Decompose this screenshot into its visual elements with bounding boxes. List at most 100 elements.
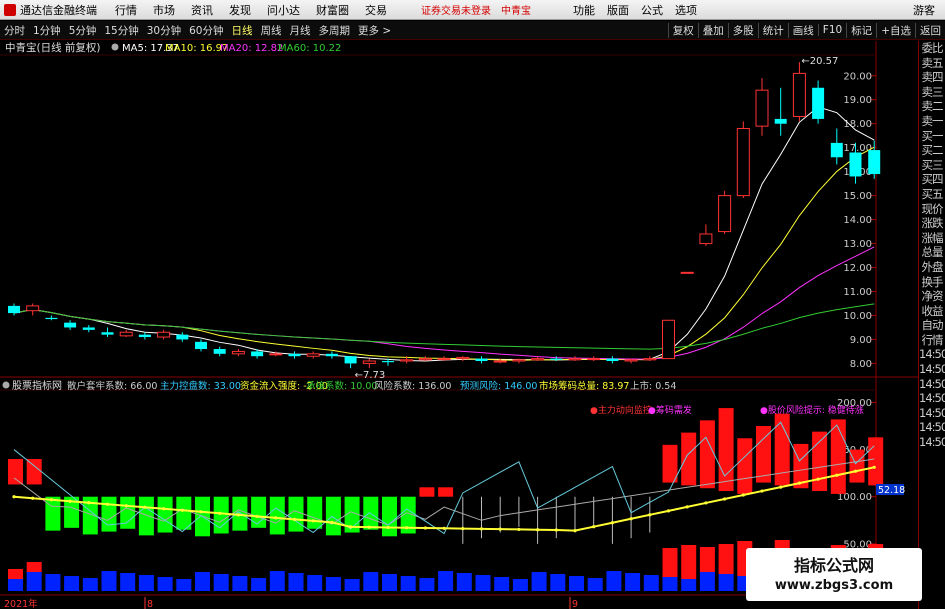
candle-body: [437, 358, 451, 361]
right-panel-item: 收益: [921, 303, 944, 318]
indicator-item: 风险系数: 136.00: [374, 380, 451, 392]
blue-bar: [718, 574, 734, 591]
menu-item-trade[interactable]: 交易: [357, 2, 395, 18]
tab-monthly[interactable]: 月线: [286, 23, 315, 38]
login-warning[interactable]: 证券交易未登录: [421, 2, 491, 17]
candle-body: [213, 349, 226, 354]
y-tick-label: 15.00: [843, 191, 872, 202]
right-panel-item: 自动: [921, 318, 944, 333]
button-adjust[interactable]: 复权: [667, 22, 698, 38]
right-panel-item: 买二: [921, 143, 944, 158]
red-lower-bar: [662, 548, 678, 577]
blue-bar: [587, 578, 603, 591]
candle-body: [325, 353, 338, 357]
menu-item-formula[interactable]: 公式: [635, 2, 669, 18]
blue-bar: [176, 579, 192, 591]
button-stats[interactable]: 统计: [757, 22, 788, 38]
blue-bar: [569, 576, 584, 591]
indicator-bar: [756, 426, 771, 483]
candle-body: [699, 233, 713, 245]
button-overlay[interactable]: 叠加: [697, 22, 728, 38]
candle-body: [606, 358, 619, 362]
yellow-dot: [723, 497, 727, 501]
blue-bar: [606, 571, 622, 591]
tab-15min[interactable]: 15分钟: [100, 23, 142, 38]
right-panel-item: 14:50: [919, 405, 945, 420]
button-f10[interactable]: F10: [817, 24, 846, 36]
yellow-dot: [442, 526, 446, 530]
tab-5min[interactable]: 5分钟: [65, 23, 101, 38]
yellow-dot: [330, 520, 334, 524]
blue-bar: [195, 572, 210, 591]
yellow-dot: [49, 498, 54, 502]
yellow-dot: [31, 496, 35, 500]
y-tick-label: 13.00: [843, 239, 872, 250]
button-multi-stock[interactable]: 多股: [727, 22, 758, 38]
menu-item-wealth[interactable]: 财富圈: [308, 2, 357, 18]
right-panel-item: 14:50: [919, 362, 945, 377]
candle-body: [176, 334, 189, 340]
candle-body: [101, 332, 114, 335]
guest-user[interactable]: 游客: [913, 2, 945, 18]
indicator-title: 股票指标网: [12, 379, 62, 392]
tab-daily[interactable]: 日线: [228, 23, 257, 38]
menu-item-function[interactable]: 功能: [567, 2, 601, 18]
button-add-favorite[interactable]: +自选: [876, 22, 915, 38]
indicator-settings-icon[interactable]: [2, 381, 10, 389]
tab-multi-period[interactable]: 多周期: [315, 23, 355, 38]
kline-chart-area[interactable]: 中青宝(日线 前复权) MA5: 17.37 MA10: 16.97 MA20:…: [0, 41, 945, 609]
app-title: 通达信金融终端: [20, 3, 97, 17]
yellow-dot: [255, 514, 259, 518]
right-panel-item: 行情: [921, 332, 944, 347]
tab-1min[interactable]: 1分钟: [29, 23, 65, 38]
yellow-dot: [498, 527, 502, 531]
yellow-dot: [349, 525, 353, 529]
menu-item-discover[interactable]: 发现: [221, 2, 259, 18]
menu-item-layout[interactable]: 版面: [601, 2, 635, 18]
time-label-sep: 9: [572, 599, 578, 609]
blue-bar: [344, 579, 360, 591]
tab-intraday[interactable]: 分时: [0, 23, 29, 38]
menu-item-ask[interactable]: 问小达: [259, 2, 308, 18]
ma60-label: MA60: 10.22: [278, 43, 341, 54]
indicator-bar: [699, 420, 715, 489]
tab-more[interactable]: 更多 >: [354, 23, 395, 38]
yellow-dot: [592, 525, 596, 529]
right-info-panel: 委比 卖五 卖四 卖三 卖二 卖一 买一 买二 买三 买四 买五 现价 涨跌 涨幅 总量 外盘 换手 净资 收益 自动…: [918, 41, 945, 609]
candle-body: [624, 359, 638, 362]
time-label-aug: 8: [147, 599, 153, 609]
blue-bar: [8, 579, 23, 591]
right-panel-item: 14:50: [919, 376, 945, 391]
menu-item-options[interactable]: 选项: [669, 2, 703, 18]
candle-body: [138, 334, 151, 338]
candle-body: [587, 358, 601, 361]
blue-bar: [643, 575, 659, 591]
indicator-item: 主力控盘数: 33.00: [160, 380, 241, 392]
tab-30min[interactable]: 30分钟: [143, 23, 185, 38]
settings-dot-icon[interactable]: [111, 43, 119, 51]
indicator-bar: [812, 431, 828, 492]
blue-bar: [307, 575, 323, 591]
indicator-bar: [849, 449, 865, 483]
yellow-dot: [386, 525, 390, 530]
yellow-dot: [180, 508, 184, 512]
candle-body: [195, 341, 207, 350]
right-panel-item: 14:50: [919, 347, 945, 362]
blue-bar: [213, 574, 229, 591]
red-lower-bar: [26, 562, 42, 572]
annotation-chips: ●筹码需发: [648, 404, 692, 416]
menu-item-market[interactable]: 市场: [145, 2, 183, 18]
button-draw[interactable]: 画线: [787, 22, 818, 38]
button-mark[interactable]: 标记: [846, 22, 876, 38]
tab-weekly[interactable]: 周线: [257, 23, 286, 38]
yellow-dot: [704, 501, 708, 505]
blue-bar: [64, 576, 80, 591]
tab-60min[interactable]: 60分钟: [185, 23, 227, 38]
candle-body: [157, 331, 171, 338]
button-back[interactable]: 返回: [915, 22, 945, 38]
menu-item-news[interactable]: 资讯: [183, 2, 221, 18]
menu-item-quotes[interactable]: 行情: [107, 2, 145, 18]
stock-link[interactable]: 中青宝: [501, 2, 531, 17]
indicator-item: 预测风险: 146.00: [460, 380, 537, 392]
blue-bar: [157, 577, 173, 591]
